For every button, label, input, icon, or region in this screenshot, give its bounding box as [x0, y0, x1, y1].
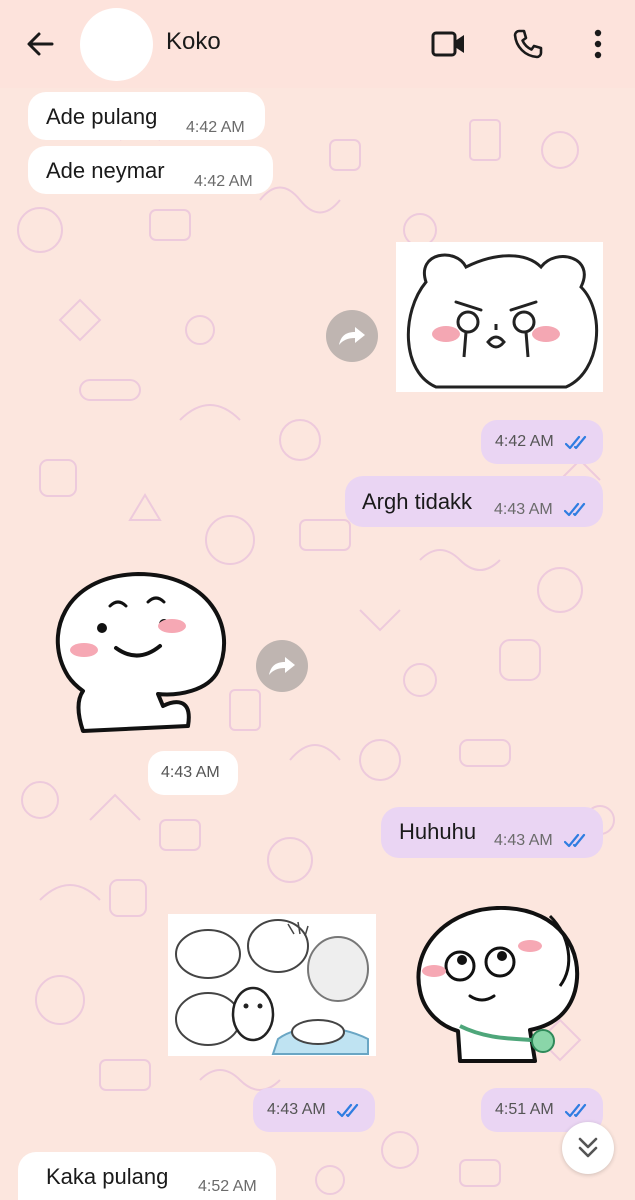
- chat-header: Koko: [0, 0, 635, 88]
- arrow-left-icon: [27, 32, 54, 56]
- message-text: Huhuhu: [399, 819, 477, 844]
- message-time: 4:43 AM: [267, 1101, 326, 1118]
- message-status-chip: 4:42 AM: [481, 420, 603, 464]
- message-time: 4:52 AM: [198, 1178, 257, 1195]
- message-time: 4:42 AM: [186, 119, 245, 136]
- message-time: 4:42 AM: [194, 173, 253, 190]
- crying-bear-sticker[interactable]: [396, 242, 603, 392]
- scroll-to-bottom-button[interactable]: [562, 1122, 614, 1174]
- forward-button[interactable]: [326, 310, 378, 362]
- more-options-button[interactable]: [576, 22, 620, 66]
- chaotic-bears-sticker[interactable]: [168, 914, 376, 1056]
- message-text: Argh tidakk: [362, 489, 473, 514]
- more-vert-icon: [594, 29, 602, 59]
- video-call-button[interactable]: [427, 22, 471, 66]
- message-incoming[interactable]: Kaka pulang 4:52 AM: [18, 1152, 276, 1200]
- message-text: Kaka pulang: [46, 1164, 169, 1189]
- message-time: 4:43 AM: [494, 832, 553, 849]
- double-chevron-down-icon: [578, 1137, 598, 1158]
- double-check-icon: [565, 1103, 587, 1118]
- message-text: Ade pulang: [46, 104, 158, 129]
- forward-button[interactable]: [256, 640, 308, 692]
- message-incoming[interactable]: Ade neymar 4:42 AM: [28, 146, 273, 194]
- message-text: Ade neymar: [46, 158, 165, 183]
- contact-avatar[interactable]: [80, 8, 153, 81]
- double-check-icon: [337, 1103, 359, 1118]
- smiling-blob-thumbs-up-sticker[interactable]: [48, 566, 234, 736]
- message-time: 4:51 AM: [495, 1101, 554, 1118]
- forward-icon: [339, 327, 365, 345]
- double-check-icon: [565, 435, 587, 450]
- video-call-icon: [431, 31, 464, 57]
- phone-icon: [513, 29, 543, 59]
- double-check-icon: [564, 502, 586, 517]
- message-status-chip: 4:43 AM: [148, 751, 238, 795]
- message-outgoing[interactable]: Huhuhu 4:43 AM: [381, 807, 603, 858]
- message-incoming[interactable]: Ade pulang 4:42 AM: [28, 92, 265, 140]
- message-time: 4:42 AM: [495, 433, 554, 450]
- forward-icon: [269, 657, 295, 675]
- double-check-icon: [564, 833, 586, 848]
- message-status-chip: 4:43 AM: [253, 1088, 375, 1132]
- message-time: 4:43 AM: [161, 764, 220, 781]
- voice-call-button[interactable]: [506, 22, 550, 66]
- back-button[interactable]: [20, 24, 60, 64]
- contact-name[interactable]: Koko: [166, 28, 221, 56]
- blob-looking-up-sticker[interactable]: [410, 905, 585, 1066]
- message-time: 4:43 AM: [494, 501, 553, 518]
- message-outgoing[interactable]: Argh tidakk 4:43 AM: [345, 476, 603, 527]
